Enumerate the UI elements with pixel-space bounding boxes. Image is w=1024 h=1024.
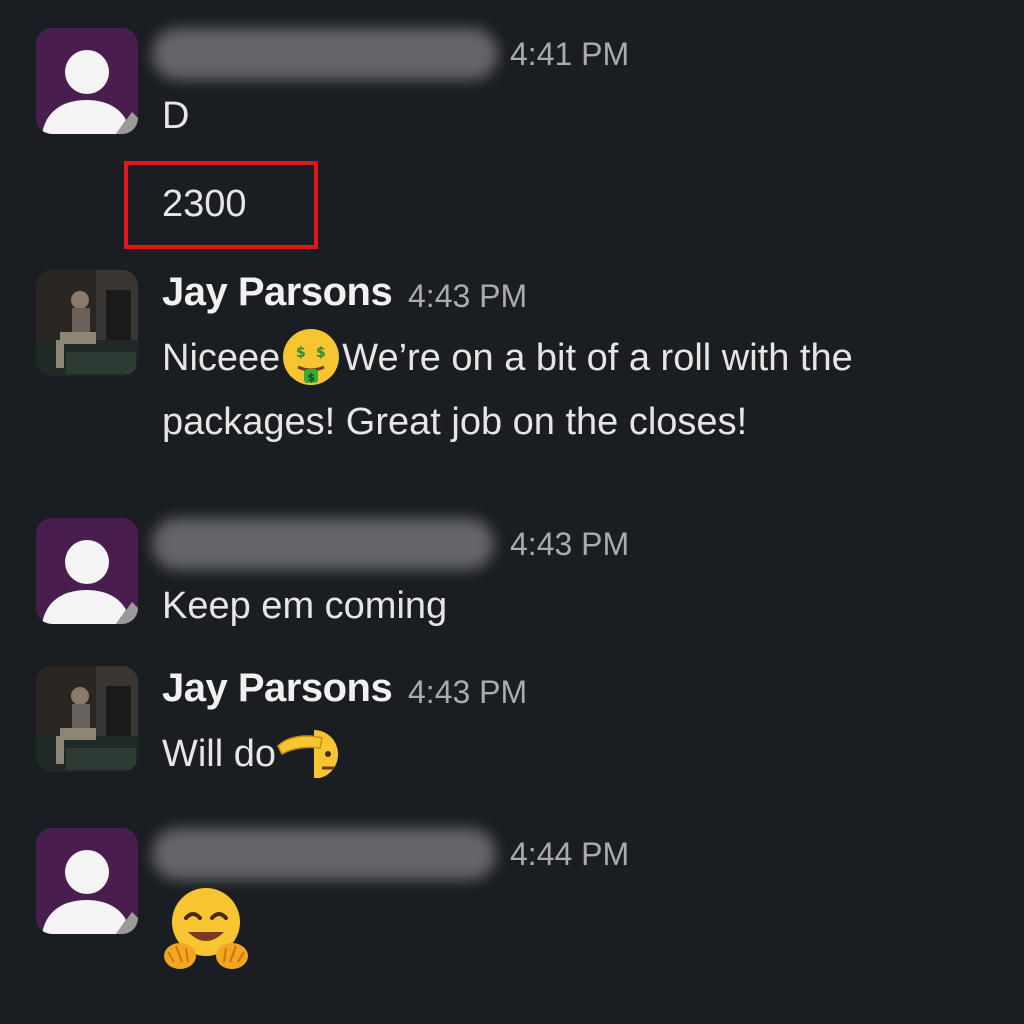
message-text: Niceee $ $ $ We’re on a bit of a roll wi… [162,326,853,392]
default-user-icon [36,28,138,134]
message-text: Keep em coming [162,585,448,627]
profile-photo [36,270,138,376]
hugging-face-icon [160,882,252,979]
svg-text:$: $ [316,345,326,361]
message-timestamp: 4:43 PM [408,278,528,314]
chat-thread: 4:41 PM D 2300 Jay Parsons 4:43 PM Nicee… [0,0,1024,1024]
saluting-face-icon [276,724,342,788]
message-text: packages! Great job on the closes! [162,401,748,443]
message-text-highlighted: 2300 [162,183,247,225]
message-text: Will do [162,722,342,788]
message-text: D [162,95,190,137]
user-avatar[interactable] [36,828,138,934]
redacted-sender-name [152,28,498,80]
user-avatar[interactable] [36,28,138,134]
jay-parsons-avatar[interactable] [36,270,138,376]
sender-name[interactable]: Jay Parsons [162,666,393,711]
message-text-part: Will do [162,733,277,775]
message-timestamp: 4:44 PM [510,836,630,872]
svg-text:$: $ [308,371,316,384]
sender-name[interactable]: Jay Parsons [162,270,393,315]
jay-parsons-avatar[interactable] [36,666,138,772]
message-timestamp: 4:41 PM [510,36,630,72]
message-text-part: Niceee [162,337,281,379]
profile-photo [36,666,138,772]
message-text-part: We’re on a bit of a roll with the [342,337,853,379]
message-timestamp: 4:43 PM [408,674,528,710]
message-timestamp: 4:43 PM [510,526,630,562]
default-user-icon [36,828,138,934]
redacted-sender-name [152,518,494,570]
user-avatar[interactable] [36,518,138,624]
money-mouth-face-icon: $ $ $ [280,328,342,392]
default-user-icon [36,518,138,624]
svg-text:$: $ [296,345,306,361]
redacted-sender-name [152,828,496,880]
